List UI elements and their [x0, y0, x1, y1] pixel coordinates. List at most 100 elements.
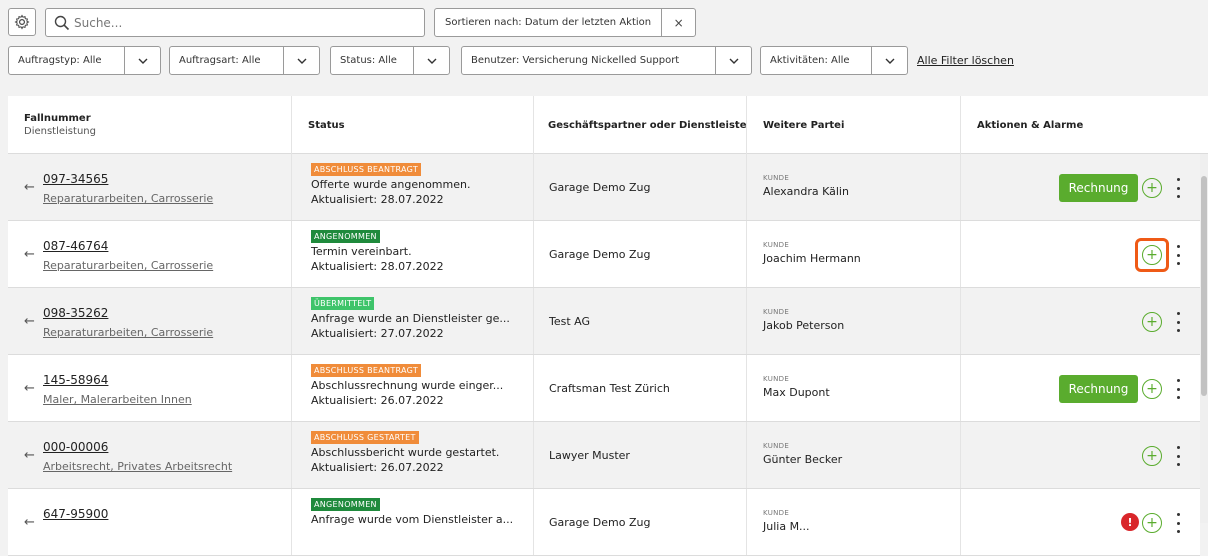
filter-benutzer[interactable]: Benutzer: Versicherung Nickelled Support	[461, 46, 752, 75]
party-role: KUNDE	[763, 442, 790, 450]
cell-party: KUNDE Joachim Hermann	[747, 221, 961, 287]
party-name: Max Dupont	[763, 386, 830, 399]
table-row[interactable]: ← 087-46764 Reparaturarbeiten, Carrosser…	[8, 221, 1200, 288]
add-action-button[interactable]: +	[1142, 379, 1162, 399]
status-badge: ABSCHLUSS BEANTRAGT	[311, 364, 422, 377]
status-text: Anfrage wurde an Dienstleister ge...	[311, 312, 510, 325]
status-updated: Aktualisiert: 26.07.2022	[311, 461, 444, 474]
header-status-label: Status	[308, 119, 345, 131]
party-role: KUNDE	[763, 375, 790, 383]
status-badge: ABSCHLUSS GESTARTET	[311, 431, 419, 444]
arrow-left-icon[interactable]: ←	[24, 448, 35, 463]
header-status[interactable]: Status	[292, 96, 534, 154]
party-name: Günter Becker	[763, 453, 843, 466]
scrollbar[interactable]	[1200, 154, 1208, 523]
add-action-button[interactable]: +	[1142, 245, 1162, 265]
service-link[interactable]: Reparaturarbeiten, Carrosserie	[43, 259, 213, 272]
sort-clear-button[interactable]: ×	[661, 9, 695, 36]
more-menu-icon[interactable]	[1173, 176, 1183, 200]
arrow-left-icon[interactable]: ←	[24, 180, 35, 195]
chevron-down-icon[interactable]	[413, 47, 449, 74]
party-role: KUNDE	[763, 308, 790, 316]
case-number-link[interactable]: 647-95900	[43, 507, 108, 521]
more-menu-icon[interactable]	[1173, 511, 1183, 535]
header-partner[interactable]: Geschäftspartner oder Dienstleiste...	[534, 96, 747, 154]
status-text: Anfrage wurde vom Dienstleister a...	[311, 513, 514, 526]
cell-partner: Craftsman Test Zürich	[534, 355, 747, 421]
cell-status: ÜBERMITTELT Anfrage wurde an Dienstleist…	[292, 288, 534, 354]
add-action-button[interactable]: +	[1142, 446, 1162, 466]
service-link[interactable]: Reparaturarbeiten, Carrosserie	[43, 326, 213, 339]
service-link[interactable]: Reparaturarbeiten, Carrosserie	[43, 192, 213, 205]
cell-case: ← 647-95900	[8, 489, 292, 555]
service-link[interactable]: Maler, Malerarbeiten Innen	[43, 393, 192, 406]
more-menu-icon[interactable]	[1173, 377, 1183, 401]
cell-partner: Test AG	[534, 288, 747, 354]
alert-icon[interactable]: !	[1121, 513, 1139, 531]
cell-partner: Garage Demo Zug	[534, 221, 747, 287]
cell-party: KUNDE Max Dupont	[747, 355, 961, 421]
cell-case: ← 145-58964 Maler, Malerarbeiten Innen	[8, 355, 292, 421]
more-menu-icon[interactable]	[1173, 243, 1183, 267]
search-input[interactable]	[74, 15, 404, 30]
cell-partner: Garage Demo Zug	[534, 154, 747, 220]
filter-auftragstyp[interactable]: Auftragstyp: Alle	[8, 46, 161, 75]
filter-status-label: Status: Alle	[340, 55, 397, 66]
clear-filters-link[interactable]: Alle Filter löschen	[917, 54, 1014, 67]
chevron-down-icon[interactable]	[124, 47, 160, 74]
add-action-button[interactable]: +	[1142, 178, 1162, 198]
settings-button[interactable]	[8, 8, 36, 36]
chevron-down-icon[interactable]	[283, 47, 319, 74]
header-partner-label: Geschäftspartner oder Dienstleiste...	[548, 119, 746, 131]
party-role: KUNDE	[763, 509, 790, 517]
header-actions: Aktionen & Alarme	[961, 96, 1208, 154]
table-header: Fallnummer Dienstleistung Status Geschäf…	[8, 96, 1208, 154]
chevron-down-icon[interactable]	[871, 47, 907, 74]
invoice-button[interactable]: Rechnung	[1059, 174, 1138, 202]
add-action-button[interactable]: +	[1142, 513, 1162, 533]
cell-party: KUNDE Julia M...	[747, 489, 961, 555]
service-link[interactable]: Arbeitsrecht, Privates Arbeitsrecht	[43, 460, 232, 473]
more-menu-icon[interactable]	[1173, 310, 1183, 334]
party-name: Alexandra Kälin	[763, 185, 849, 198]
status-updated: Aktualisiert: 27.07.2022	[311, 327, 444, 340]
filter-auftragstyp-label: Auftragstyp: Alle	[18, 55, 102, 66]
header-case[interactable]: Fallnummer Dienstleistung	[8, 96, 292, 154]
sort-control[interactable]: Sortieren nach: Datum der letzten Aktion…	[434, 8, 697, 37]
cell-partner: Garage Demo Zug	[534, 489, 747, 555]
status-updated: Aktualisiert: 26.07.2022	[311, 394, 444, 407]
table-row[interactable]: ← 097-34565 Reparaturarbeiten, Carrosser…	[8, 154, 1200, 221]
filter-auftragsart[interactable]: Auftragsart: Alle	[169, 46, 320, 75]
partner-name: Garage Demo Zug	[549, 181, 651, 194]
cell-actions: Rechnung +	[961, 154, 1200, 220]
toolbar: Sortieren nach: Datum der letzten Aktion…	[0, 0, 1208, 96]
case-number-link[interactable]: 087-46764	[43, 239, 108, 253]
table-row[interactable]: ← 098-35262 Reparaturarbeiten, Carrosser…	[8, 288, 1200, 355]
case-number-link[interactable]: 000-00006	[43, 440, 108, 454]
partner-name: Test AG	[549, 315, 591, 328]
table-row[interactable]: ← 145-58964 Maler, Malerarbeiten Innen A…	[8, 355, 1200, 422]
scrollbar-thumb[interactable]	[1201, 176, 1207, 396]
arrow-left-icon[interactable]: ←	[24, 381, 35, 396]
table-row[interactable]: ← 000-00006 Arbeitsrecht, Privates Arbei…	[8, 422, 1200, 489]
cell-case: ← 098-35262 Reparaturarbeiten, Carrosser…	[8, 288, 292, 354]
invoice-button[interactable]: Rechnung	[1059, 375, 1138, 403]
status-badge: ANGENOMMEN	[311, 498, 380, 511]
party-name: Joachim Hermann	[763, 252, 861, 265]
partner-name: Garage Demo Zug	[549, 248, 651, 261]
chevron-down-icon[interactable]	[715, 47, 751, 74]
filter-status[interactable]: Status: Alle	[330, 46, 450, 75]
case-number-link[interactable]: 098-35262	[43, 306, 108, 320]
filter-aktivitaeten[interactable]: Aktivitäten: Alle	[760, 46, 908, 75]
arrow-left-icon[interactable]: ←	[24, 247, 35, 262]
more-menu-icon[interactable]	[1173, 444, 1183, 468]
filter-auftragsart-label: Auftragsart: Alle	[179, 55, 261, 66]
arrow-left-icon[interactable]: ←	[24, 314, 35, 329]
case-number-link[interactable]: 097-34565	[43, 172, 108, 186]
cell-status: ABSCHLUSS GESTARTET Abschlussbericht wur…	[292, 422, 534, 488]
header-party-label: Weitere Partei	[763, 119, 845, 131]
cell-actions: +	[961, 422, 1200, 488]
case-number-link[interactable]: 145-58964	[43, 373, 108, 387]
header-party[interactable]: Weitere Partei	[747, 96, 961, 154]
add-action-button[interactable]: +	[1142, 312, 1162, 332]
